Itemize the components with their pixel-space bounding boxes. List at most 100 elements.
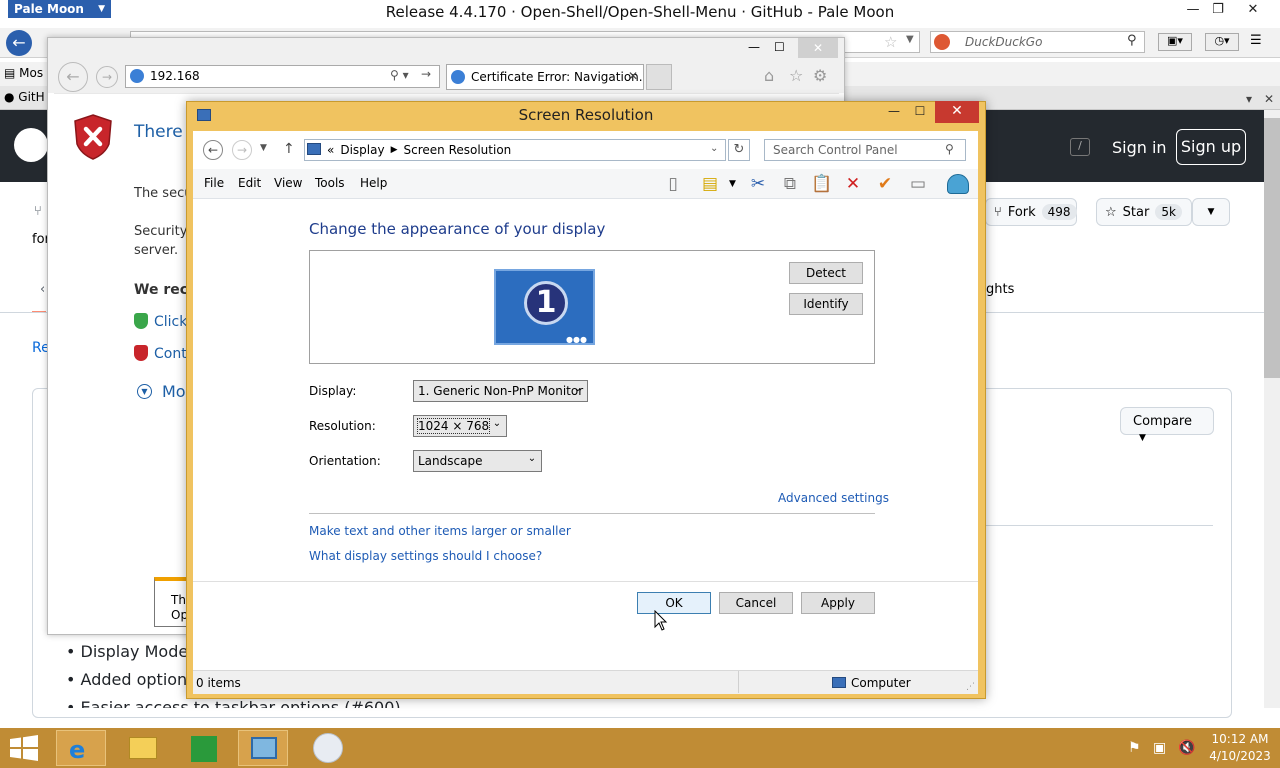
close-tab-icon[interactable]: ✕ — [628, 69, 638, 83]
search-icon[interactable]: ⚲ — [945, 142, 954, 156]
internet-icon[interactable] — [947, 174, 969, 194]
text-size-link[interactable]: Make text and other items larger or smal… — [309, 524, 571, 538]
breadcrumb-prefix[interactable]: « — [327, 143, 334, 157]
scrollbar-thumb[interactable] — [1264, 118, 1280, 378]
advanced-settings-link[interactable]: Advanced settings — [778, 491, 889, 505]
close-tab-icon[interactable]: ✕ — [1264, 92, 1274, 106]
search-icon[interactable]: ⚲ ▾ — [390, 68, 409, 82]
identify-button[interactable]: Identify — [789, 293, 863, 315]
orientation-select[interactable]: Landscape ⌄ — [413, 450, 542, 472]
detect-button[interactable]: Detect — [789, 262, 863, 284]
display-settings-help-link[interactable]: What display settings should I choose? — [309, 549, 542, 563]
chevron-down-icon: ▼ — [1139, 433, 1146, 443]
taskbar-file-explorer[interactable] — [117, 730, 167, 766]
fork-button[interactable]: ⑂ Fork 498 — [985, 198, 1077, 226]
menu-edit[interactable]: Edit — [238, 176, 261, 190]
forward-arrow-icon[interactable]: → — [232, 140, 252, 160]
menu-view[interactable]: View — [274, 176, 302, 190]
tab-list-icon[interactable]: ▾ — [1246, 92, 1252, 106]
menu-file[interactable]: File — [204, 176, 224, 190]
sign-in-link[interactable]: Sign in — [1112, 138, 1167, 157]
control-panel-icon — [251, 737, 277, 759]
divider — [309, 513, 875, 514]
insights-tab-fragment[interactable]: ghts — [986, 282, 1014, 297]
taskbar-pale-moon[interactable] — [303, 730, 353, 766]
menu-tools[interactable]: Tools — [315, 176, 345, 190]
palemoon-search-input[interactable]: DuckDuckGo — [930, 31, 1145, 53]
taskbar-control-panel[interactable] — [238, 730, 288, 766]
tab-github[interactable]: ● GitH — [4, 90, 45, 104]
apply-button[interactable]: Apply — [801, 592, 875, 614]
back-arrow-icon[interactable]: ← — [6, 30, 32, 56]
copy-icon[interactable]: ⧉ — [777, 172, 803, 196]
breadcrumb-screen-resolution[interactable]: Screen Resolution — [404, 143, 512, 157]
sign-up-button[interactable]: Sign up — [1176, 129, 1246, 165]
minimize-icon[interactable]: — — [881, 104, 907, 120]
bookmark-item[interactable]: ▤ Mos — [4, 66, 43, 80]
close-icon[interactable]: ✕ — [935, 101, 979, 123]
ie-close-page-link[interactable]: Click — [154, 314, 187, 330]
rename-icon[interactable]: ▭ — [905, 172, 931, 196]
chevron-down-icon[interactable]: ⌄ — [710, 143, 718, 154]
taskbar-clock[interactable]: 10:12 AM 4/10/2023 — [1205, 731, 1275, 765]
github-logo-icon[interactable] — [14, 128, 48, 162]
star-dropdown-button[interactable]: ▼ — [1192, 198, 1230, 226]
close-icon[interactable]: ✕ — [1238, 2, 1268, 22]
maximize-icon[interactable]: ❐ — [1203, 2, 1233, 22]
star-bookmark-icon[interactable]: ☆ — [884, 33, 897, 51]
palemoon-menu-button[interactable]: Pale Moon ▼ — [8, 0, 111, 18]
favorites-star-icon[interactable]: ☆ — [789, 66, 803, 85]
delete-icon[interactable]: ✕ — [840, 172, 866, 196]
preview-pane-icon[interactable]: ▯ — [660, 172, 686, 196]
ie-error-text: server. — [134, 243, 179, 258]
resolution-select[interactable]: 1024 × 768 ⌄ — [413, 415, 507, 437]
close-icon[interactable]: ✕ — [798, 38, 838, 58]
windows-start-icon[interactable] — [10, 735, 38, 761]
minimize-icon[interactable]: — — [748, 40, 760, 54]
menu-help[interactable]: Help — [360, 176, 387, 190]
ie-more-information-link[interactable]: Mo — [162, 382, 186, 401]
breadcrumb-display[interactable]: Display — [340, 143, 384, 157]
folder-options-icon[interactable]: ▤ — [697, 172, 723, 196]
resize-grip-icon[interactable]: ⋰ — [966, 682, 975, 692]
back-arrow-icon[interactable]: ← — [58, 62, 88, 92]
action-center-flag-icon[interactable]: ⚑ — [1128, 740, 1141, 756]
up-arrow-icon[interactable]: ↑ — [283, 141, 295, 157]
volume-muted-icon[interactable]: 🔇 — [1178, 740, 1195, 756]
cancel-button[interactable]: Cancel — [719, 592, 793, 614]
recent-locations-icon[interactable]: ▼ — [260, 143, 267, 153]
taskbar-store[interactable] — [178, 730, 228, 766]
compare-button[interactable]: Compare ▼ — [1120, 407, 1214, 443]
addons-icon[interactable]: ▣▾ — [1158, 33, 1192, 51]
status-item-count: 0 items — [196, 676, 241, 690]
taskbar-internet-explorer[interactable]: e — [56, 730, 106, 766]
maximize-icon[interactable]: ☐ — [907, 104, 933, 120]
chevron-down-icon[interactable]: ▼ — [906, 34, 914, 45]
ie-tab-certificate-error[interactable]: Certificate Error: Navigation... — [446, 64, 644, 90]
search-control-panel-input[interactable]: Search Control Panel — [764, 139, 966, 161]
search-icon[interactable]: ⚲ — [1127, 33, 1137, 48]
menu-icon[interactable]: ☰ — [1250, 33, 1262, 48]
network-icon[interactable]: ▣ — [1153, 740, 1166, 756]
new-tab-button[interactable] — [646, 64, 672, 90]
chevron-down-icon[interactable]: ▼ — [729, 179, 736, 189]
ok-button[interactable]: OK — [637, 592, 711, 614]
star-button[interactable]: ☆ Star 5k — [1096, 198, 1192, 226]
paste-icon[interactable]: 📋 — [809, 172, 835, 196]
maximize-icon[interactable]: ☐ — [774, 40, 785, 54]
go-arrow-icon[interactable]: → — [421, 67, 431, 81]
properties-check-icon[interactable]: ✔ — [872, 172, 898, 196]
home-icon[interactable]: ⌂ — [764, 66, 774, 85]
history-icon[interactable]: ◷▾ — [1205, 33, 1239, 51]
forward-arrow-icon[interactable]: → — [96, 66, 118, 88]
gear-icon[interactable]: ⚙ — [813, 66, 827, 85]
display-select[interactable]: 1. Generic Non-PnP Monitor ⌄ — [413, 380, 588, 402]
chevron-down-circle-icon[interactable]: ▼ — [137, 384, 152, 399]
refresh-icon[interactable]: ↻ — [728, 139, 750, 161]
status-zone: Computer — [851, 676, 911, 690]
cut-icon[interactable]: ✂ — [745, 172, 771, 196]
chevron-left-icon[interactable]: ‹ — [40, 282, 45, 297]
monitor-1-icon[interactable]: 1 ●●● — [494, 269, 595, 345]
back-arrow-icon[interactable]: ← — [203, 140, 223, 160]
address-breadcrumb[interactable]: « Display ▶ Screen Resolution — [304, 139, 726, 161]
